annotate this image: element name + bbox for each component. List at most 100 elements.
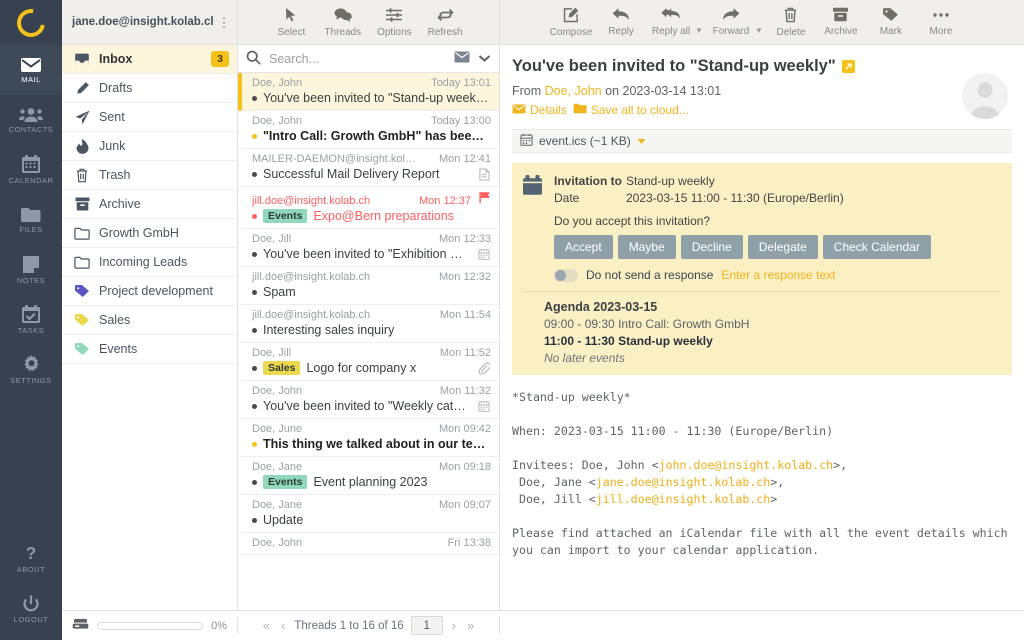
- message-row-5[interactable]: jill.doe@insight.kolab.ch Mon 12:32 Spam: [238, 267, 499, 305]
- rail-item-contacts[interactable]: CONTACTS: [0, 95, 62, 145]
- page-number-input[interactable]: [410, 616, 443, 635]
- open-external-icon[interactable]: [841, 60, 855, 73]
- reply-all-button[interactable]: Reply all: [649, 7, 693, 37]
- threads-button[interactable]: Threads: [324, 7, 361, 38]
- do-not-send-response-toggle[interactable]: [554, 268, 578, 282]
- check-calendar-button[interactable]: Check Calendar: [822, 235, 931, 259]
- flag-icon[interactable]: [477, 191, 491, 204]
- from-sender-link[interactable]: Doe, John: [545, 84, 602, 98]
- rail-item-files[interactable]: FILES: [0, 195, 62, 245]
- folder-item-growth-gmbh[interactable]: Growth GmbH: [62, 219, 237, 248]
- attachment-bar[interactable]: event.ics (~1 KB): [512, 129, 1012, 153]
- rail-item-mail[interactable]: MAIL: [0, 45, 62, 95]
- folder-item-sales[interactable]: Sales: [62, 306, 237, 335]
- folder-item-inbox[interactable]: Inbox 3: [62, 45, 237, 74]
- read-status-dot[interactable]: [252, 171, 257, 177]
- decline-button[interactable]: Decline: [680, 235, 743, 259]
- read-status-dot[interactable]: [252, 251, 257, 257]
- read-status-dot[interactable]: [252, 133, 257, 139]
- message-row-11[interactable]: Doe, Jane Mon 09:07 Update: [238, 495, 499, 533]
- last-page-icon[interactable]: »: [465, 618, 476, 633]
- prev-page-icon[interactable]: ‹: [279, 618, 287, 633]
- forward-caret-icon[interactable]: ▼: [755, 26, 763, 35]
- options-button[interactable]: Options: [377, 7, 412, 38]
- message-row-0[interactable]: Doe, John Today 13:01 You've been invite…: [238, 73, 499, 111]
- reply-icon: [612, 7, 630, 25]
- folder-item-archive[interactable]: Archive: [62, 190, 237, 219]
- message-date: Mon 11:54: [439, 309, 491, 321]
- rail-item-tasks[interactable]: TASKS: [0, 295, 62, 345]
- message-row-9[interactable]: Doe, June Mon 09:42 This thing we talked…: [238, 419, 499, 457]
- envelope-icon[interactable]: [454, 51, 470, 66]
- invitee-1-email[interactable]: john.doe@insight.kolab.ch: [659, 458, 834, 472]
- agenda-title: Agenda 2023-03-15: [544, 300, 658, 314]
- folder-icon: [74, 225, 90, 241]
- read-status-dot[interactable]: [252, 213, 257, 219]
- details-toggle[interactable]: Details: [512, 103, 567, 117]
- delegate-button[interactable]: Delegate: [747, 235, 818, 259]
- message-row-2[interactable]: MAILER-DAEMON@insight.kol… Mon 12:41 Suc…: [238, 149, 499, 187]
- mark-button[interactable]: Mark: [869, 7, 913, 37]
- caret-down-icon[interactable]: [637, 134, 646, 148]
- enter-response-text-link[interactable]: Enter a response text: [721, 268, 835, 282]
- message-row-4[interactable]: Doe, Jill Mon 12:33 You've been invited …: [238, 229, 499, 267]
- message-row-10[interactable]: Doe, Jane Mon 09:18 Events Event plannin…: [238, 457, 499, 495]
- message-date: Mon 12:41: [439, 153, 491, 165]
- read-status-dot[interactable]: [252, 95, 257, 101]
- invitee-2-email[interactable]: jane.doe@insight.kolab.ch: [596, 475, 771, 489]
- kebab-menu-icon[interactable]: ⋮: [217, 16, 231, 29]
- archive-button[interactable]: Archive: [819, 7, 863, 37]
- folder-item-sent[interactable]: Sent: [62, 103, 237, 132]
- message-subject-line: Successful Mail Delivery Report: [252, 167, 491, 181]
- rail-label-files: FILES: [19, 225, 43, 234]
- search-input[interactable]: [269, 51, 446, 66]
- save-all-to-cloud[interactable]: Save all to cloud...: [573, 103, 689, 117]
- search-bar[interactable]: [238, 45, 499, 73]
- rail-item-notes[interactable]: NOTES: [0, 245, 62, 295]
- read-status-dot[interactable]: [252, 403, 257, 409]
- select-button[interactable]: Select: [274, 7, 308, 38]
- forward-button[interactable]: Forward: [709, 7, 753, 37]
- folder-item-incoming-leads[interactable]: Incoming Leads: [62, 248, 237, 277]
- message-subject-line: Spam: [252, 285, 491, 299]
- more-button[interactable]: More: [919, 7, 963, 37]
- folder-item-drafts[interactable]: Drafts: [62, 74, 237, 103]
- next-page-icon[interactable]: ›: [450, 618, 458, 633]
- message-body: You've been invited to "Stand-up weekly"…: [500, 45, 1024, 610]
- read-status-dot[interactable]: [252, 365, 257, 371]
- compose-button[interactable]: Compose: [549, 7, 593, 38]
- message-row-7[interactable]: Doe, Jill Mon 11:52 Sales Logo for compa…: [238, 343, 499, 381]
- rail-item-logout[interactable]: LOGOUT: [0, 584, 62, 634]
- refresh-button[interactable]: Refresh: [428, 7, 463, 38]
- rail-item-calendar[interactable]: CALENDAR: [0, 145, 62, 195]
- message-row-8[interactable]: Doe, John Mon 11:32 You've been invited …: [238, 381, 499, 419]
- folder-item-events[interactable]: Events: [62, 335, 237, 364]
- delete-button[interactable]: Delete: [769, 7, 813, 38]
- message-toolbar: Compose Reply Reply all ▼ Forward ▼ Dele…: [500, 0, 1024, 45]
- reply-button[interactable]: Reply: [599, 7, 643, 37]
- read-status-dot[interactable]: [252, 441, 257, 447]
- rail-item-settings[interactable]: SETTINGS: [0, 345, 62, 395]
- read-status-dot[interactable]: [252, 327, 257, 333]
- folder-icon: [573, 103, 587, 117]
- accept-button[interactable]: Accept: [554, 235, 613, 259]
- folder-item-project-development[interactable]: Project development: [62, 277, 237, 306]
- read-status-dot[interactable]: [252, 517, 257, 523]
- message-row-3[interactable]: jill.doe@insight.kolab.ch Mon 12:37 Even…: [238, 187, 499, 229]
- folder-item-junk[interactable]: Junk: [62, 132, 237, 161]
- first-page-icon[interactable]: «: [261, 618, 272, 633]
- invitee-3-email[interactable]: jill.doe@insight.kolab.ch: [596, 492, 771, 506]
- sliders-icon: [385, 7, 403, 26]
- read-status-dot[interactable]: [252, 289, 257, 295]
- message-row-6[interactable]: jill.doe@insight.kolab.ch Mon 11:54 Inte…: [238, 305, 499, 343]
- folder-label: Inbox: [99, 52, 133, 66]
- rail-item-about[interactable]: ? ABOUT: [0, 534, 62, 584]
- folder-item-trash[interactable]: Trash: [62, 161, 237, 190]
- message-row-12[interactable]: Doe, John Fri 13:38: [238, 533, 499, 555]
- message-row-1[interactable]: Doe, John Today 13:00 "Intro Call: Growt…: [238, 111, 499, 149]
- maybe-button[interactable]: Maybe: [617, 235, 676, 259]
- read-status-dot[interactable]: [252, 479, 257, 485]
- reply-all-caret-icon[interactable]: ▼: [695, 26, 703, 35]
- chevron-down-icon[interactable]: [478, 51, 491, 66]
- contacts-icon: [19, 107, 43, 123]
